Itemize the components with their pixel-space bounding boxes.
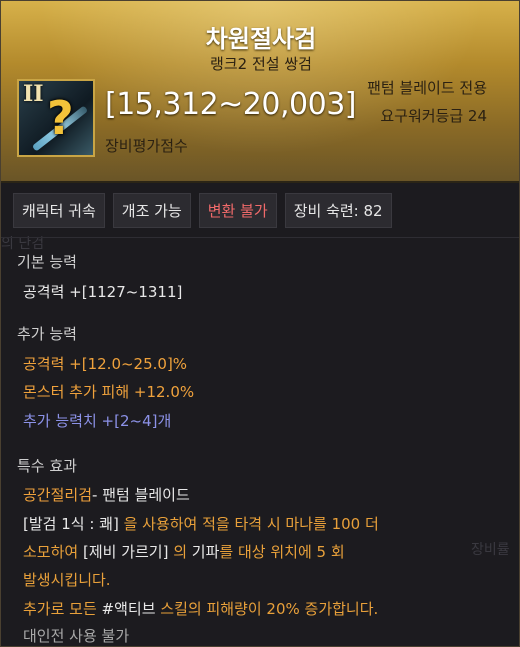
effect-text: 추가로 모든: [23, 600, 102, 618]
basic-attack-line: 공격력 +[1127~1311]: [23, 283, 183, 301]
item-rank-type: 랭크2 전설 쌍검: [210, 55, 312, 73]
special-effect-name-line: 공간절리검- 팬텀 블레이드: [23, 484, 190, 505]
badge-character-bound: 캐릭터 귀속: [13, 193, 105, 228]
background-text-left: 의 단검: [1, 236, 45, 252]
required-class: 팬텀 블레이드 전용: [367, 79, 487, 97]
item-icon: II ?: [17, 79, 95, 157]
divider: [1, 237, 519, 238]
tooltip-header: 차원절사검 랭크2 전설 쌍검 II ? [15,312~20,003] 장비평…: [1, 1, 519, 183]
badge-row: 캐릭터 귀속 개조 가능 변환 불가 장비 숙련: 82: [13, 193, 392, 228]
equipment-score-label: 장비평가점수: [105, 137, 188, 155]
special-effect-title: 특수 효과: [17, 457, 77, 475]
keyword-tag: 기파: [191, 543, 220, 561]
skill-name-tag: [제비 가르기]: [82, 543, 169, 561]
item-tooltip: 의 단검 장비률 차원절사검 랭크2 전설 쌍검 II ? [15,312~20…: [0, 0, 520, 647]
special-effect-name: 공간절리검: [23, 486, 93, 504]
effect-text: 소모하여: [23, 543, 83, 561]
effect-desc-line-1: [발검 1식 : 쾌] 을 사용하여 적을 타격 시 마나를 100 더: [23, 513, 379, 534]
pvp-restriction-note: 대인전 사용 불가: [23, 627, 130, 645]
extra-monster-damage-line: 몬스터 추가 피해 +12.0%: [23, 383, 195, 401]
extra-stat-count-line: 추가 능력치 +[2~4]개: [23, 412, 172, 430]
effect-text: 을 사용하여 적을 타격 시 마나를 100 더: [118, 515, 379, 533]
unknown-question-icon: ?: [47, 91, 74, 145]
background-text-right: 장비률: [471, 542, 510, 558]
badge-proficiency: 장비 숙련: 82: [284, 193, 392, 228]
required-level: 요구워커등급 24: [380, 107, 487, 125]
badge-modifiable: 개조 가능: [112, 193, 191, 228]
extra-attack-line: 공격력 +[12.0~25.0]%: [23, 355, 188, 373]
basic-stats-title: 기본 능력: [17, 253, 77, 271]
effect-text: 를 대상 위치에 5 회: [219, 543, 345, 561]
effect-text: 의: [168, 543, 192, 561]
effect-desc-line-2: 소모하여 [제비 가르기] 의 기파를 대상 위치에 5 회: [23, 541, 345, 562]
badge-not-convertible: 변환 불가: [198, 193, 277, 228]
effect-text: 발생시킵니다.: [23, 571, 111, 589]
keyword-tag: #액티브: [101, 600, 156, 618]
special-effect-class: - 팬텀 블레이드: [92, 486, 190, 504]
effect-desc-line-3: 발생시킵니다.: [23, 569, 111, 590]
item-name: 차원절사검: [205, 25, 317, 53]
skill-name-tag: [발검 1식 : 쾌]: [23, 515, 119, 533]
effect-text: 스킬의 피해량이 20% 증가합니다.: [155, 600, 379, 618]
extra-stats-title: 추가 능력: [17, 325, 77, 343]
effect-desc-line-4: 추가로 모든 #액티브 스킬의 피해량이 20% 증가합니다.: [23, 598, 378, 619]
rank-numeral: II: [23, 81, 44, 107]
attack-range: [15,312~20,003]: [105, 87, 357, 122]
